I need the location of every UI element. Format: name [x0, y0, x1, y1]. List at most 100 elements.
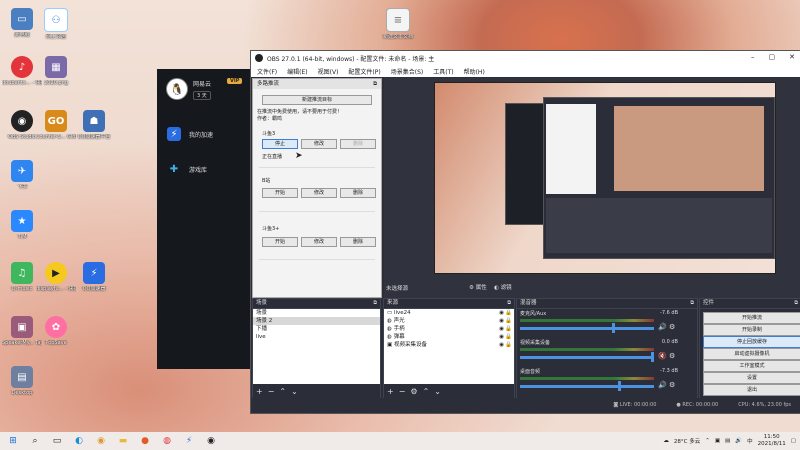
visibility-icon[interactable]: ◉	[499, 325, 504, 333]
clock[interactable]: 11:50 2021/8/11	[758, 434, 786, 448]
obs-taskbar-icon[interactable]: ◉	[202, 432, 220, 450]
volume-slider[interactable]	[520, 356, 654, 359]
gear-icon[interactable]: ⚙	[410, 387, 417, 396]
edit-target-button[interactable]: 修改	[301, 188, 337, 198]
desktop-icon-network[interactable]: ⚇ 网上邻居	[36, 8, 76, 40]
start-virtual-camera-button[interactable]: 启动虚拟摄像机	[703, 348, 800, 360]
source-item[interactable]: ▭ live24 ◉ 🔒	[384, 309, 514, 317]
visibility-icon[interactable]: ◉	[499, 341, 504, 349]
filters-tab[interactable]: ◐ 滤镜	[494, 283, 512, 291]
visibility-icon[interactable]: ◉	[499, 317, 504, 325]
dock-float-icon[interactable]: ⧉	[507, 299, 511, 308]
scene-item[interactable]: 场景	[253, 309, 380, 317]
lock-icon[interactable]: 🔒	[505, 309, 512, 317]
menu-profile[interactable]: 配置文件(P)	[348, 67, 380, 76]
app-icon[interactable]: ●	[136, 432, 154, 450]
scene-item[interactable]: 下播	[253, 325, 380, 333]
gear-icon[interactable]: ⚙	[669, 381, 675, 389]
desktop-icon-2020png[interactable]: ▦ 2020.png	[36, 56, 76, 86]
edge-icon[interactable]: ◐	[70, 432, 88, 450]
lock-icon[interactable]: 🔒	[505, 333, 512, 341]
gear-icon[interactable]: ⚙	[669, 323, 675, 331]
nav-game-library[interactable]: ✚ 游戏库	[167, 159, 247, 179]
volume-icon[interactable]: 🔊	[735, 438, 742, 444]
studio-mode-button[interactable]: 工作室模式	[703, 360, 800, 372]
stop-stream-button[interactable]: 停止	[262, 139, 298, 149]
add-icon[interactable]: +	[256, 387, 263, 396]
start-recording-button[interactable]: 开始录制	[703, 324, 800, 336]
source-item[interactable]: ◍ 弹幕 ◉ 🔒	[384, 333, 514, 341]
chrome-icon[interactable]: ◉	[92, 432, 110, 450]
obs-titlebar[interactable]: OBS 27.0.1 (64-bit, windows) - 配置文件: 未命名…	[251, 51, 800, 65]
visibility-icon[interactable]: ◉	[499, 309, 504, 317]
weather-text[interactable]: 28°C 多云	[674, 437, 700, 445]
preview-canvas[interactable]	[434, 82, 776, 274]
delete-target-button[interactable]: 删除	[340, 139, 376, 149]
weather-icon[interactable]: ☁	[663, 438, 669, 444]
move-down-icon[interactable]: ⌄	[434, 387, 441, 396]
netease-taskbar-icon[interactable]: ◍	[158, 432, 176, 450]
menu-view[interactable]: 视图(V)	[318, 67, 339, 76]
close-icon[interactable]: ✕	[789, 53, 795, 61]
menu-file[interactable]: 文件(F)	[257, 67, 277, 76]
volume-slider[interactable]	[520, 327, 654, 330]
volume-knob[interactable]	[618, 381, 621, 391]
move-up-icon[interactable]: ⌃	[279, 387, 286, 396]
lock-icon[interactable]: 🔒	[505, 317, 512, 325]
volume-knob[interactable]	[651, 352, 654, 362]
tray-app-icon[interactable]: ▣	[715, 438, 720, 444]
dock-float-icon[interactable]: ⧉	[690, 299, 694, 308]
task-view-icon[interactable]: ▭	[48, 432, 66, 450]
desktop-icon-csgo[interactable]: GO Counter-S... Global Off...	[36, 110, 76, 140]
scene-item[interactable]: live	[253, 333, 380, 341]
gear-icon[interactable]: ⚙	[669, 352, 675, 360]
lock-icon[interactable]: 🔒	[505, 325, 512, 333]
add-icon[interactable]: +	[387, 387, 394, 396]
delete-target-button[interactable]: 删除	[340, 188, 376, 198]
search-icon[interactable]: ⌕	[26, 432, 44, 450]
notification-icon[interactable]: ▢	[791, 438, 796, 444]
desktop-icon-tim[interactable]: ★ TIM	[2, 210, 42, 240]
volume-slider[interactable]	[520, 385, 654, 388]
lock-icon[interactable]: 🔒	[505, 341, 512, 349]
edit-target-button[interactable]: 修改	[301, 237, 337, 247]
visibility-icon[interactable]: ◉	[499, 333, 504, 341]
qq-speed-taskbar-icon[interactable]: ⚡	[180, 432, 198, 450]
move-down-icon[interactable]: ⌄	[291, 387, 298, 396]
desktop-icon-qq-speed-platform[interactable]: ☗ QQ加速器平台	[74, 110, 114, 140]
desktop-icon-text-file[interactable]: ≡ 新建文本文档	[378, 8, 418, 40]
maximize-icon[interactable]: ▢	[769, 53, 776, 61]
windows-start-icon[interactable]: ⊞	[4, 432, 22, 450]
new-stream-target-button[interactable]: 新建推流目标	[262, 95, 372, 105]
speaker-icon[interactable]: 🔊	[658, 381, 667, 389]
menu-scene-collection[interactable]: 场景集合(S)	[391, 67, 424, 76]
volume-knob[interactable]	[612, 323, 615, 333]
network-tray-icon[interactable]: ▤	[725, 438, 730, 444]
preview-area[interactable]: 未选择源 ⚙ 属性 ◐ 滤镜	[384, 78, 800, 303]
menu-help[interactable]: 帮助(H)	[464, 67, 485, 76]
dock-close-icon[interactable]: ⧉	[373, 79, 377, 89]
remove-icon[interactable]: −	[399, 387, 406, 396]
ime-indicator[interactable]: 中	[747, 437, 753, 445]
delete-target-button[interactable]: 删除	[340, 237, 376, 247]
desktop-icon-desktop-img[interactable]: ▤ Desktop	[2, 366, 42, 396]
dock-float-icon[interactable]: ⧉	[794, 299, 798, 308]
edit-target-button[interactable]: 修改	[301, 139, 337, 149]
minimize-icon[interactable]: –	[751, 53, 755, 61]
exit-button[interactable]: 退出	[703, 384, 800, 396]
nav-my-speedup[interactable]: ⚡ 我的加速	[167, 124, 247, 144]
source-item[interactable]: ◍ 手柄 ◉ 🔒	[384, 325, 514, 333]
remove-icon[interactable]: −	[268, 387, 275, 396]
menu-tools[interactable]: 工具(T)	[433, 67, 453, 76]
start-stream-button[interactable]: 开始	[262, 188, 298, 198]
show-hidden-icon[interactable]: ⌃	[705, 438, 710, 444]
move-up-icon[interactable]: ⌃	[423, 387, 430, 396]
file-explorer-icon[interactable]: ▬	[114, 432, 132, 450]
desktop-icon-displayfu[interactable]: ▶ displayfu... - 快捷方式	[36, 262, 76, 292]
stop-replay-buffer-button[interactable]: 停止回放缓存	[703, 336, 800, 348]
start-streaming-button[interactable]: 开始推流	[703, 312, 800, 324]
settings-button[interactable]: 设置	[703, 372, 800, 384]
properties-tab[interactable]: ⚙ 属性	[469, 283, 487, 291]
desktop-icon-qq-speed[interactable]: ⚡ QQ加速器	[74, 262, 114, 292]
speaker-icon[interactable]: 🔊	[658, 323, 667, 331]
